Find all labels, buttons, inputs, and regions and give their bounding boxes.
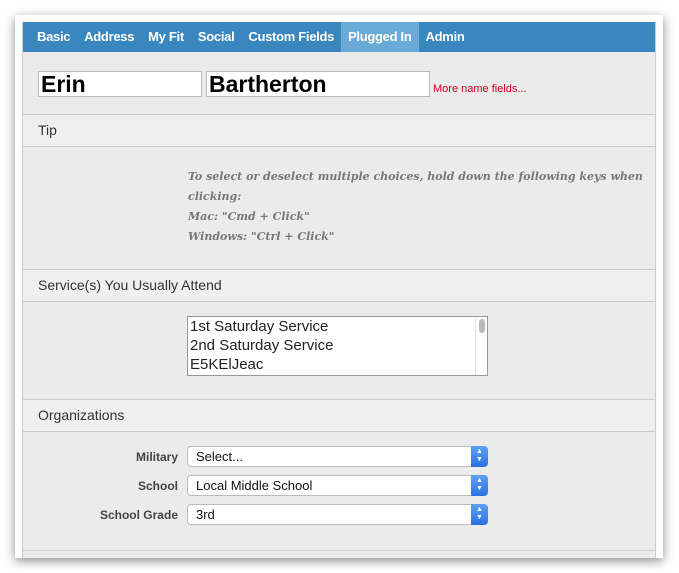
service-option[interactable]: 1st Saturday Service: [188, 317, 487, 336]
chevron-up-down-icon: ▲ ▼: [471, 475, 488, 496]
tab-address[interactable]: Address: [77, 22, 141, 52]
more-name-fields-link[interactable]: More name fields...: [433, 83, 527, 95]
military-label: Military: [135, 450, 178, 464]
services-section-header: Service(s) You Usually Attend: [23, 269, 655, 302]
divider: [23, 550, 655, 551]
chevron-up-down-icon: ▲ ▼: [471, 504, 488, 525]
tip-section-header: Tip: [23, 114, 655, 147]
scrollbar[interactable]: [475, 317, 487, 375]
tip-text: To select or deselect multiple choices, …: [188, 167, 655, 247]
profile-form: Basic Address My Fit Social Custom Field…: [22, 22, 656, 558]
school-label: School: [137, 479, 178, 493]
tab-basic[interactable]: Basic: [30, 22, 77, 52]
school-grade-select[interactable]: 3rd ▲ ▼: [187, 504, 488, 525]
scrollbar-thumb[interactable]: [479, 319, 485, 333]
last-name-input[interactable]: [206, 71, 430, 97]
first-name-input[interactable]: [38, 71, 202, 97]
tip-line: To select or deselect multiple choices, …: [188, 170, 643, 203]
military-select[interactable]: Select... ▲ ▼: [187, 446, 488, 467]
school-value: Local Middle School: [196, 478, 313, 493]
school-select[interactable]: Local Middle School ▲ ▼: [187, 475, 488, 496]
tab-my-fit[interactable]: My Fit: [141, 22, 191, 52]
tab-social[interactable]: Social: [191, 22, 242, 52]
organizations-section-header: Organizations: [23, 399, 655, 432]
military-value: Select...: [196, 449, 243, 464]
tab-bar: Basic Address My Fit Social Custom Field…: [23, 22, 655, 52]
chevron-up-down-icon: ▲ ▼: [471, 446, 488, 467]
tip-line: Mac: "Cmd + Click": [188, 210, 310, 223]
school-grade-value: 3rd: [196, 507, 215, 522]
school-grade-label: School Grade: [99, 508, 178, 522]
tip-line: Windows: "Ctrl + Click": [188, 230, 335, 243]
tab-custom-fields[interactable]: Custom Fields: [241, 22, 341, 52]
services-multiselect[interactable]: 1st Saturday Service 2nd Saturday Servic…: [187, 316, 488, 376]
service-option[interactable]: 2nd Saturday Service: [188, 336, 487, 355]
service-option[interactable]: E5KElJeac: [188, 355, 487, 374]
tab-admin[interactable]: Admin: [419, 22, 472, 52]
tab-plugged-in[interactable]: Plugged In: [341, 22, 419, 52]
